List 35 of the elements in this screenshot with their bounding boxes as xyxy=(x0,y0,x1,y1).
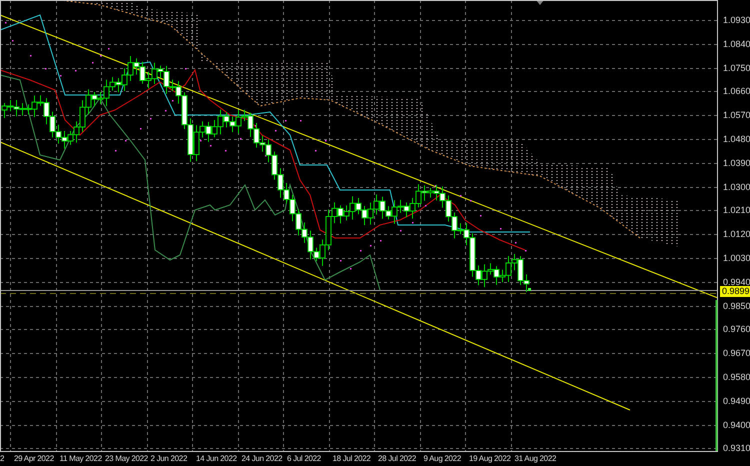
price-label: 0.9940 xyxy=(723,276,750,287)
date-label: 29 Apr 2022 xyxy=(14,454,54,464)
price-label: 1.0120 xyxy=(723,229,750,240)
chart-shift-icon[interactable] xyxy=(536,0,544,5)
price-label: 1.0930 xyxy=(723,15,750,25)
price-label: 0.9310 xyxy=(723,443,750,454)
price-label: 1.0030 xyxy=(723,253,750,263)
date-label: 18 Jul 2022 xyxy=(332,454,371,464)
price-label: 0.9760 xyxy=(723,324,750,334)
price-label: 1.0300 xyxy=(723,182,750,192)
price-label: 1.0570 xyxy=(723,110,750,120)
price-label: 0.9400 xyxy=(723,420,750,430)
price-label: 1.0480 xyxy=(723,134,750,144)
date-label: 14 Jun 2022 xyxy=(196,454,237,464)
date-label: 6 Jul 2022 xyxy=(287,454,321,464)
date-label: 23 May 2022 xyxy=(105,454,148,464)
price-label: 1.0660 xyxy=(723,86,750,96)
date-label: 24 Jun 2022 xyxy=(242,454,282,464)
date-label: 9 Aug 2022 xyxy=(424,454,461,464)
date-label: 28 Jul 2022 xyxy=(378,454,416,464)
price-label: 0.9580 xyxy=(723,372,750,382)
price-label: 0.9490 xyxy=(723,396,750,406)
price-label: 1.0210 xyxy=(723,205,750,216)
price-label: 1.0750 xyxy=(723,62,750,73)
price-label: 1.0840 xyxy=(723,38,750,49)
date-label: 2 xyxy=(0,454,4,464)
current-bar-marker xyxy=(528,288,531,291)
date-label: 11 May 2022 xyxy=(60,454,102,464)
date-label: 19 Aug 2022 xyxy=(469,454,511,464)
date-label: 2 Jun 2022 xyxy=(150,454,188,464)
price-label: 0.9850 xyxy=(723,300,750,311)
price-label: 0.9670 xyxy=(723,348,750,358)
price-label: 1.0390 xyxy=(723,158,750,168)
date-label: 31 Aug 2022 xyxy=(514,454,556,464)
current-price-label: 0.9899 xyxy=(720,286,750,297)
